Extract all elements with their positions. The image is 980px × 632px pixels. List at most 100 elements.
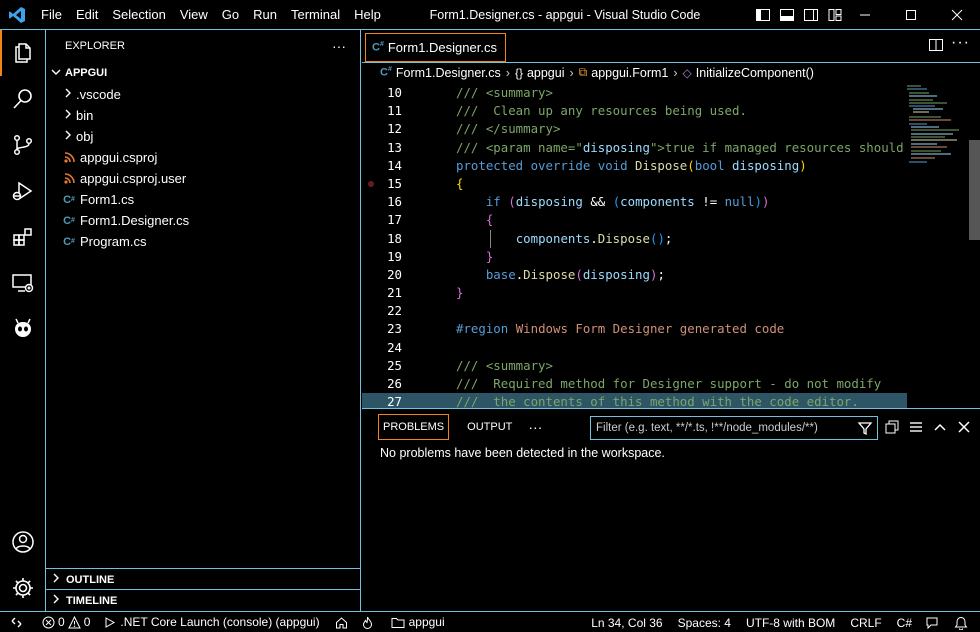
breadcrumb-class[interactable]: appgui.Form1	[591, 66, 668, 80]
outline-section[interactable]: OUTLINE	[46, 568, 361, 590]
code-line: 10/// <summary>	[362, 84, 907, 102]
close-icon[interactable]	[934, 0, 980, 30]
feedback-icon[interactable]	[920, 612, 949, 632]
tree-item-bin[interactable]: bin	[46, 105, 360, 126]
filter-icon[interactable]	[857, 420, 873, 439]
chevron-right-icon: ›	[569, 65, 574, 80]
warning-count: 0	[83, 615, 91, 629]
menu-help[interactable]: Help	[347, 0, 388, 30]
remote-indicator[interactable]	[0, 612, 37, 632]
search-icon[interactable]	[0, 76, 46, 122]
activity-bar	[0, 30, 46, 611]
filter-placeholder: Filter (e.g. text, **/*.ts, !**/node_mod…	[596, 422, 818, 434]
layout-controls	[754, 0, 844, 30]
collapse-all-icon[interactable]	[884, 418, 900, 436]
problems-status[interactable]: 0 0	[37, 612, 95, 632]
problems-filter-input[interactable]: Filter (e.g. text, **/*.ts, !**/node_mod…	[590, 416, 878, 440]
tree-item-label: Form1.Designer.cs	[80, 213, 190, 228]
code-line: 18 components.Dispose();	[362, 229, 907, 248]
breadcrumb-file[interactable]: Form1.Designer.cs	[396, 66, 501, 80]
tab-problems[interactable]: PROBLEMS	[378, 414, 450, 440]
menu-selection[interactable]: Selection	[105, 0, 172, 30]
explorer-sidebar: EXPLORER ··· APPGUI .vscode bin obj appg…	[46, 30, 361, 611]
cursor-position[interactable]: Ln 34, Col 36	[586, 612, 672, 632]
account-icon[interactable]	[0, 519, 46, 565]
menu-run[interactable]: Run	[246, 0, 284, 30]
status-bar-right: Ln 34, Col 36 Spaces: 4 UTF-8 with BOM C…	[586, 612, 980, 632]
line-number: 22	[387, 303, 402, 319]
home-icon[interactable]	[325, 612, 353, 632]
remote-explorer-icon[interactable]	[0, 260, 46, 306]
tree-item-program-cs[interactable]: C # Program.cs	[46, 231, 360, 252]
encoding[interactable]: UTF-8 with BOM	[741, 612, 845, 632]
tree-item-appgui-csproj[interactable]: appgui.csproj	[46, 147, 360, 168]
language-mode[interactable]: C#	[892, 612, 920, 632]
tree-item-vscode[interactable]: .vscode	[46, 84, 360, 105]
timeline-section[interactable]: TIMELINE	[46, 589, 361, 611]
minimap[interactable]	[907, 84, 969, 408]
code-line: 23 #region Windows Form Designer generate…	[362, 320, 907, 338]
editor-tab-form1-designer[interactable]: C# Form1.Designer.cs	[365, 33, 506, 62]
tree-item-appgui-csproj-user[interactable]: appgui.csproj.user	[46, 168, 360, 189]
editor-scrollbar[interactable]	[969, 84, 980, 408]
warning-icon	[67, 615, 81, 628]
workspace-folder-label: APPGUI	[65, 67, 108, 79]
workspace-folder[interactable]: APPGUI	[46, 62, 360, 84]
end-of-line[interactable]: CRLF	[845, 612, 891, 632]
line-number: 11	[387, 103, 402, 119]
chevron-right-icon	[50, 593, 62, 608]
menu-view[interactable]: View	[173, 0, 215, 30]
split-editor-icon[interactable]	[928, 37, 944, 56]
launch-config-label: .NET Core Launch (console) (appgui)	[120, 615, 320, 629]
chevron-right-icon	[62, 87, 76, 102]
menu-terminal[interactable]: Terminal	[284, 0, 347, 30]
indentation[interactable]: Spaces: 4	[673, 612, 741, 632]
code-line: 12/// </summary>	[362, 120, 907, 138]
line-number: 13	[387, 139, 402, 155]
error-icon	[42, 616, 55, 628]
files-icon[interactable]	[0, 30, 46, 76]
scrollbar-thumb[interactable]	[969, 140, 980, 240]
extensions-icon[interactable]	[0, 214, 46, 260]
minimize-icon[interactable]	[842, 0, 888, 30]
folder-icon	[391, 617, 405, 628]
toggle-panel-icon[interactable]	[778, 6, 796, 24]
editor-tab-bar: C# Form1.Designer.cs ···	[362, 30, 980, 62]
tab-output[interactable]: OUTPUT	[463, 414, 516, 440]
csharp-file-icon: C#	[63, 235, 75, 248]
toggle-primary-sidebar-icon[interactable]	[754, 6, 772, 24]
folder-status[interactable]: appgui	[379, 612, 450, 632]
run-debug-icon[interactable]	[0, 168, 46, 214]
explorer-more-actions[interactable]: ···	[332, 38, 346, 54]
settings-gear-icon[interactable]	[0, 565, 46, 611]
maximize-icon[interactable]	[888, 0, 934, 30]
source-control-icon[interactable]	[0, 122, 46, 168]
debug-launch-status[interactable]: .NET Core Launch (console) (appgui)	[95, 612, 324, 632]
tree-item-label: .vscode	[76, 87, 121, 102]
toggle-secondary-sidebar-icon[interactable]	[802, 6, 820, 24]
breadcrumb-namespace[interactable]: appgui	[527, 66, 565, 80]
menu-edit[interactable]: Edit	[69, 0, 105, 30]
close-panel-icon[interactable]	[956, 418, 972, 436]
class-icon: ⧉	[578, 65, 588, 79]
code-editor[interactable]: 10/// <summary> 11/// Clean up any resou…	[362, 84, 907, 408]
line-number: 20	[387, 266, 402, 282]
menu-file[interactable]: File	[34, 0, 69, 30]
tree-item-obj[interactable]: obj	[46, 126, 360, 147]
code-line: 13/// <param name="disposing">true if ma…	[362, 139, 907, 157]
menu-go[interactable]: Go	[215, 0, 246, 30]
breadcrumb-method[interactable]: InitializeComponent()	[696, 66, 814, 80]
tree-item-form1-designer-cs[interactable]: C # Form1.Designer.cs	[46, 210, 360, 231]
folder-label: appgui	[408, 615, 445, 629]
editor-more-actions[interactable]: ···	[951, 34, 970, 52]
rss-icon	[62, 171, 76, 187]
tree-item-form1-cs[interactable]: C # Form1.cs	[46, 189, 360, 210]
maximize-panel-icon[interactable]	[932, 418, 948, 436]
notifications-bell-icon[interactable]	[949, 612, 980, 632]
panel-more-actions[interactable]: ···	[524, 414, 546, 440]
rss-icon	[62, 150, 76, 166]
alien-icon[interactable]	[0, 306, 46, 352]
line-number: 19	[387, 248, 402, 264]
flame-icon[interactable]	[353, 612, 379, 632]
view-as-list-icon[interactable]	[908, 418, 924, 436]
